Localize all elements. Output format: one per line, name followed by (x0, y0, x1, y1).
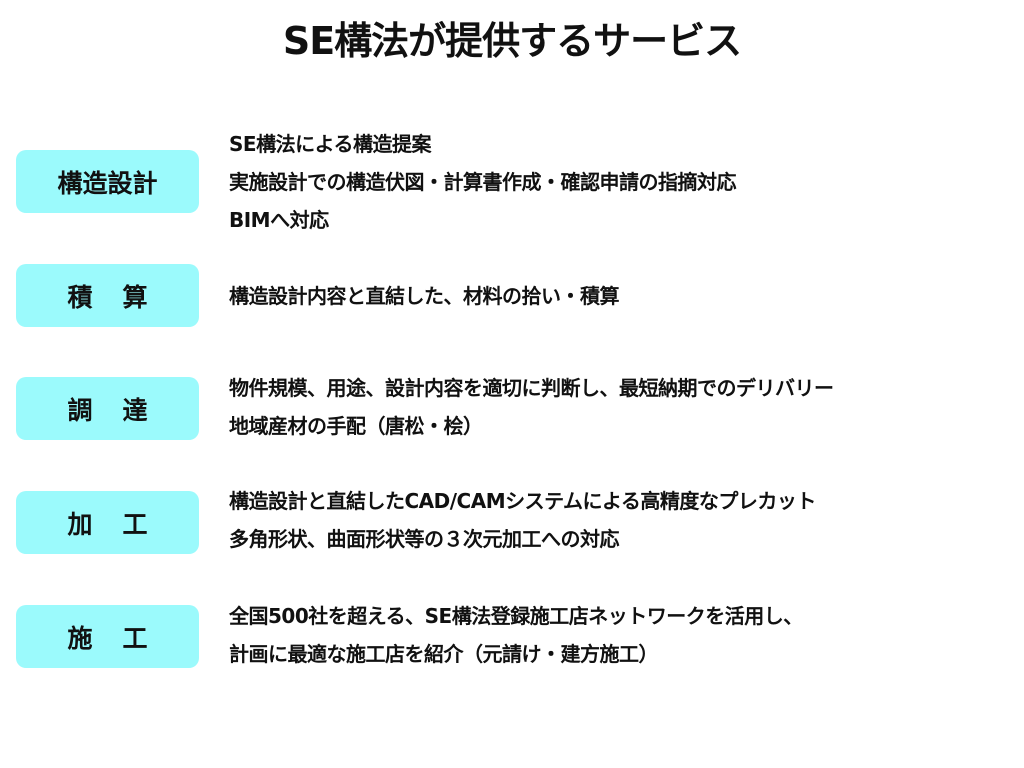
description-line: SE構法による構造提案 (229, 132, 431, 156)
service-label-text: 調 (67, 395, 93, 425)
service-description-procurement: 物件規模、用途、設計内容を適切に判断し、最短納期でのデリバリー 地域産材の手配（… (229, 369, 834, 445)
service-description-processing: 構造設計と直結したCAD/CAMシステムによる高精度なプレカット 多角形状、曲面… (229, 482, 816, 558)
service-label-text: 算 (122, 282, 148, 312)
page-title: SE構法が提供するサービス (282, 19, 742, 63)
description-line: 実施設計での構造伏図・計算書作成・確認申請の指摘対応 (229, 170, 737, 194)
service-description-structural-design: SE構法による構造提案 実施設計での構造伏図・計算書作成・確認申請の指摘対応 B… (229, 125, 737, 239)
service-label-text: 積 (67, 282, 93, 312)
description-line: 構造設計と直結したCAD/CAMシステムによる高精度なプレカット (229, 489, 816, 513)
service-label-construction: 施工 (16, 605, 199, 668)
description-line: 地域産材の手配（唐松・桧） (229, 414, 483, 438)
description-line: 物件規模、用途、設計内容を適切に判断し、最短納期でのデリバリー (229, 376, 834, 400)
service-label-structural-design: 構造設計 (16, 150, 199, 213)
service-description-estimation: 構造設計内容と直結した、材料の拾い・積算 (229, 277, 620, 315)
description-line: 構造設計内容と直結した、材料の拾い・積算 (229, 284, 620, 308)
description-line: 全国500社を超える、SE構法登録施工店ネットワークを活用し、 (229, 604, 803, 628)
description-line: BIMへ対応 (229, 208, 329, 232)
service-label-procurement: 調達 (16, 377, 199, 440)
service-label-text: 施 (67, 623, 93, 653)
description-line: 多角形状、曲面形状等の３次元加工への対応 (229, 527, 619, 551)
service-label-text: 加 (67, 509, 93, 539)
service-label-text: 工 (122, 509, 148, 539)
service-label-text: 構造設計 (57, 168, 158, 198)
description-line: 計画に最適な施工店を紹介（元請け・建方施工） (229, 642, 658, 666)
service-description-construction: 全国500社を超える、SE構法登録施工店ネットワークを活用し、 計画に最適な施工… (229, 597, 803, 673)
service-label-text: 達 (122, 395, 148, 425)
service-label-text: 工 (122, 623, 148, 653)
service-label-estimation: 積算 (16, 264, 199, 327)
service-label-processing: 加工 (16, 491, 199, 554)
